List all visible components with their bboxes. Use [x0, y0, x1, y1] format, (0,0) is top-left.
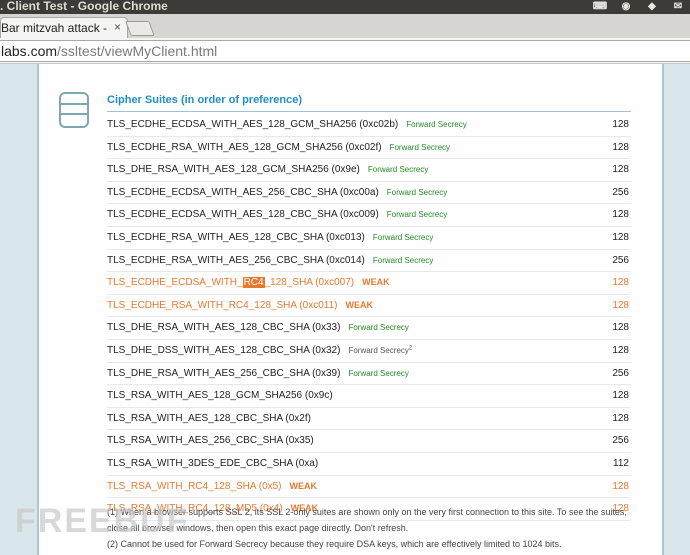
table-row-weak: TLS_ECDHE_RSA_WITH_RC4_128_SHA (0xc011) W… [107, 295, 631, 318]
table-row: TLS_DHE_RSA_WITH_AES_128_CBC_SHA (0x33) F… [107, 317, 631, 340]
cipher-suites-icon [59, 92, 89, 128]
suite-name: TLS_RSA_WITH_AES_128_GCM_SHA256 (0x9c) [107, 390, 333, 402]
suite-name: TLS_ECDHE_ECDSA_WITH_AES_128_GCM_SHA256 … [107, 119, 467, 130]
suite-name: TLS_RSA_WITH_AES_256_CBC_SHA (0x35) [107, 435, 314, 447]
tab-strip: Bar mitzvah attack - × [0, 14, 690, 39]
suite-name: TLS_ECDHE_RSA_WITH_RC4_128_SHA (0xc011) W… [107, 299, 373, 311]
forward-secrecy-badge: Forward Secrecy [389, 142, 451, 152]
suite-name: TLS_RSA_WITH_AES_128_CBC_SHA (0x2f) [107, 412, 311, 424]
table-row: TLS_DHE_DSS_WITH_AES_128_CBC_SHA (0x32) F… [107, 340, 631, 363]
mail-icon[interactable]: ✉ [670, 1, 686, 13]
forward-secrecy-badge: Forward Secrecy [348, 323, 409, 333]
table-row: TLS_ECDHE_ECDSA_WITH_AES_128_GCM_SHA256 … [107, 114, 631, 137]
key-bits: 128 [612, 412, 629, 424]
window-titlebar: . Client Test - Google Chrome ⌨ ◉ ◆ ✉ [0, 0, 690, 14]
page-viewport: Cipher Suites (in order of preference) T… [0, 64, 690, 555]
table-row: TLS_RSA_WITH_AES_128_CBC_SHA (0x2f) 128 [107, 408, 631, 431]
suite-name: TLS_DHE_DSS_WITH_AES_128_CBC_SHA (0x32) F… [107, 344, 413, 356]
table-row: TLS_ECDHE_RSA_WITH_AES_128_CBC_SHA (0xc0… [107, 227, 631, 250]
table-row: TLS_DHE_RSA_WITH_AES_128_GCM_SHA256 (0x9… [107, 159, 631, 182]
table-row: TLS_ECDHE_ECDSA_WITH_AES_128_CBC_SHA (0x… [107, 204, 631, 227]
section-title: Cipher Suites (in order of preference) [107, 94, 302, 106]
forward-secrecy-badge: Forward Secrecy [372, 255, 434, 265]
table-row: TLS_ECDHE_RSA_WITH_AES_128_GCM_SHA256 (0… [107, 137, 631, 160]
cipher-suite-table: TLS_ECDHE_ECDSA_WITH_AES_128_GCM_SHA256 … [107, 114, 631, 521]
footnote-marker[interactable]: 2 [409, 345, 412, 351]
key-bits: 128 [612, 299, 629, 311]
forward-secrecy-badge: Forward Secrecy [386, 210, 448, 220]
tab-label: Bar mitzvah attack - [1, 21, 108, 35]
window-title: . Client Test - Google Chrome [0, 0, 168, 13]
forward-secrecy-badge: Forward Secrecy [386, 187, 448, 197]
table-row-weak: TLS_RSA_WITH_RC4_128_SHA (0x5) WEAK 128 [107, 476, 631, 499]
suite-name: TLS_DHE_RSA_WITH_AES_256_CBC_SHA (0x39) F… [107, 367, 409, 379]
table-row: TLS_ECDHE_RSA_WITH_AES_256_CBC_SHA (0xc0… [107, 250, 631, 273]
table-row: TLS_DHE_RSA_WITH_AES_256_CBC_SHA (0x39) F… [107, 363, 631, 386]
suite-name: TLS_DHE_RSA_WITH_AES_128_CBC_SHA (0x33) F… [107, 322, 409, 334]
content-panel: Cipher Suites (in order of preference) T… [37, 64, 664, 555]
table-row-weak: TLS_ECDHE_ECDSA_WITH_RC4_128_SHA (0xc007… [107, 272, 631, 295]
suite-name: TLS_ECDHE_ECDSA_WITH_AES_256_CBC_SHA (0x… [107, 186, 448, 198]
chrome-icon[interactable]: ◉ [618, 1, 634, 13]
forward-secrecy-badge: Forward Secrecy [406, 120, 467, 129]
key-bits: 256 [612, 254, 629, 266]
new-tab-button[interactable] [125, 21, 155, 36]
table-row: TLS_RSA_WITH_3DES_EDE_CBC_SHA (0xa) 112 [107, 453, 631, 476]
key-bits: 256 [612, 186, 629, 198]
forward-secrecy-badge: Forward Secrecy2 [348, 345, 413, 355]
key-bits: 128 [612, 277, 629, 289]
suite-name: TLS_ECDHE_RSA_WITH_AES_128_CBC_SHA (0xc0… [107, 231, 434, 243]
table-row: TLS_ECDHE_ECDSA_WITH_AES_256_CBC_SHA (0x… [107, 182, 631, 205]
selected-text: RC4 [242, 277, 265, 289]
key-bits: 128 [612, 344, 629, 356]
key-bits: 128 [612, 164, 629, 176]
tab-close-icon[interactable]: × [114, 20, 121, 34]
key-bits: 128 [612, 141, 629, 153]
address-bar[interactable]: labs.com/ssltest/viewMyClient.html [0, 40, 690, 62]
suite-name: TLS_ECDHE_RSA_WITH_AES_256_CBC_SHA (0xc0… [107, 254, 434, 266]
suite-name: TLS_ECDHE_RSA_WITH_AES_128_GCM_SHA256 (0… [107, 141, 451, 153]
system-tray: ⌨ ◉ ◆ ✉ [592, 0, 686, 14]
browser-toolbar: labs.com/ssltest/viewMyClient.html [0, 38, 690, 64]
suite-name: TLS_RSA_WITH_3DES_EDE_CBC_SHA (0xa) [107, 457, 319, 469]
weak-badge: WEAK [345, 299, 373, 310]
suite-name: TLS_ECDHE_ECDSA_WITH_AES_128_CBC_SHA (0x… [107, 209, 448, 221]
key-bits: 128 [612, 322, 629, 334]
key-bits: 256 [612, 435, 629, 447]
address-host: labs.com [1, 43, 58, 59]
weak-badge: WEAK [362, 277, 390, 288]
key-bits: 112 [613, 457, 629, 469]
address-path: /ssltest/viewMyClient.html [57, 43, 218, 59]
forward-secrecy-badge: Forward Secrecy [367, 165, 429, 175]
key-bits: 128 [612, 119, 629, 130]
watermark-logo: FREEBUF [15, 502, 190, 540]
forward-secrecy-badge: Forward Secrecy [372, 232, 434, 242]
dropbox-icon[interactable]: ◆ [644, 1, 660, 13]
browser-tab[interactable]: Bar mitzvah attack - × [0, 17, 128, 39]
suite-name: TLS_DHE_RSA_WITH_AES_128_GCM_SHA256 (0x9… [107, 164, 429, 176]
table-row: TLS_RSA_WITH_AES_256_CBC_SHA (0x35) 256 [107, 430, 631, 453]
suite-name: TLS_ECDHE_ECDSA_WITH_RC4_128_SHA (0xc007… [107, 277, 390, 289]
title-divider [107, 111, 631, 112]
suite-name: TLS_RSA_WITH_RC4_128_SHA (0x5) WEAK [107, 480, 318, 492]
key-bits: 128 [612, 209, 629, 221]
keyboard-icon[interactable]: ⌨ [592, 1, 608, 13]
key-bits: 128 [612, 480, 629, 492]
table-row: TLS_RSA_WITH_AES_128_GCM_SHA256 (0x9c) 12… [107, 385, 631, 408]
key-bits: 128 [612, 390, 629, 402]
weak-badge: WEAK [289, 480, 318, 491]
forward-secrecy-badge: Forward Secrecy [348, 368, 409, 378]
key-bits: 128 [612, 231, 629, 243]
key-bits: 256 [612, 367, 629, 379]
